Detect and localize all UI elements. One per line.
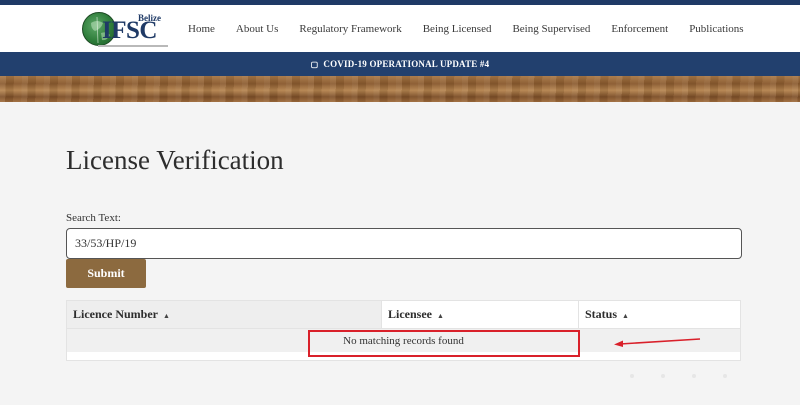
banner-text: COVID-19 OPERATIONAL UPDATE #4 <box>323 59 490 69</box>
search-label: Search Text: <box>66 212 121 224</box>
nav-enforcement[interactable]: Enforcement <box>611 23 668 35</box>
column-header-status[interactable]: Status ▲ <box>578 300 741 329</box>
nav-being-supervised[interactable]: Being Supervised <box>512 23 590 35</box>
nav-regulatory-framework[interactable]: Regulatory Framework <box>299 23 401 35</box>
sort-arrow-icon: ▲ <box>622 312 629 320</box>
column-header-licence-number[interactable]: Licence Number ▲ <box>66 300 382 329</box>
nav-home[interactable]: Home <box>188 23 215 35</box>
wood-texture-hero <box>0 76 800 102</box>
covid-update-banner[interactable]: ▢ COVID-19 OPERATIONAL UPDATE #4 <box>0 52 800 76</box>
nav-about-us[interactable]: About Us <box>236 23 278 35</box>
search-input[interactable]: 33/53/HP/19 <box>66 228 742 259</box>
column-header-label: Status <box>585 307 618 321</box>
sort-arrow-icon: ▲ <box>162 312 170 320</box>
submit-button[interactable]: Submit <box>66 259 146 288</box>
nav-being-licensed[interactable]: Being Licensed <box>423 23 492 35</box>
main-navigation: Home About Us Regulatory Framework Being… <box>188 5 765 52</box>
table-header-row: Licence Number ▲ Licensee ▲ Status ▲ <box>66 300 741 329</box>
logo-line2: IFSC <box>102 17 157 44</box>
annotation-arrow-icon <box>614 338 701 347</box>
column-header-licensee[interactable]: Licensee ▲ <box>381 300 579 329</box>
logo-tagline-bar <box>98 45 168 47</box>
column-header-label: Licensee <box>388 307 432 321</box>
nav-publications[interactable]: Publications <box>689 23 743 35</box>
megaphone-icon: ▢ <box>310 59 319 69</box>
belize-ifsc-logo[interactable]: Belize IFSC <box>82 11 170 51</box>
sort-arrow-icon: ▲ <box>437 312 444 320</box>
page-title: License Verification <box>66 145 284 175</box>
faded-dots-decoration <box>630 374 754 378</box>
annotation-highlight-box <box>308 330 580 357</box>
column-header-label: Licence Number <box>73 307 158 321</box>
